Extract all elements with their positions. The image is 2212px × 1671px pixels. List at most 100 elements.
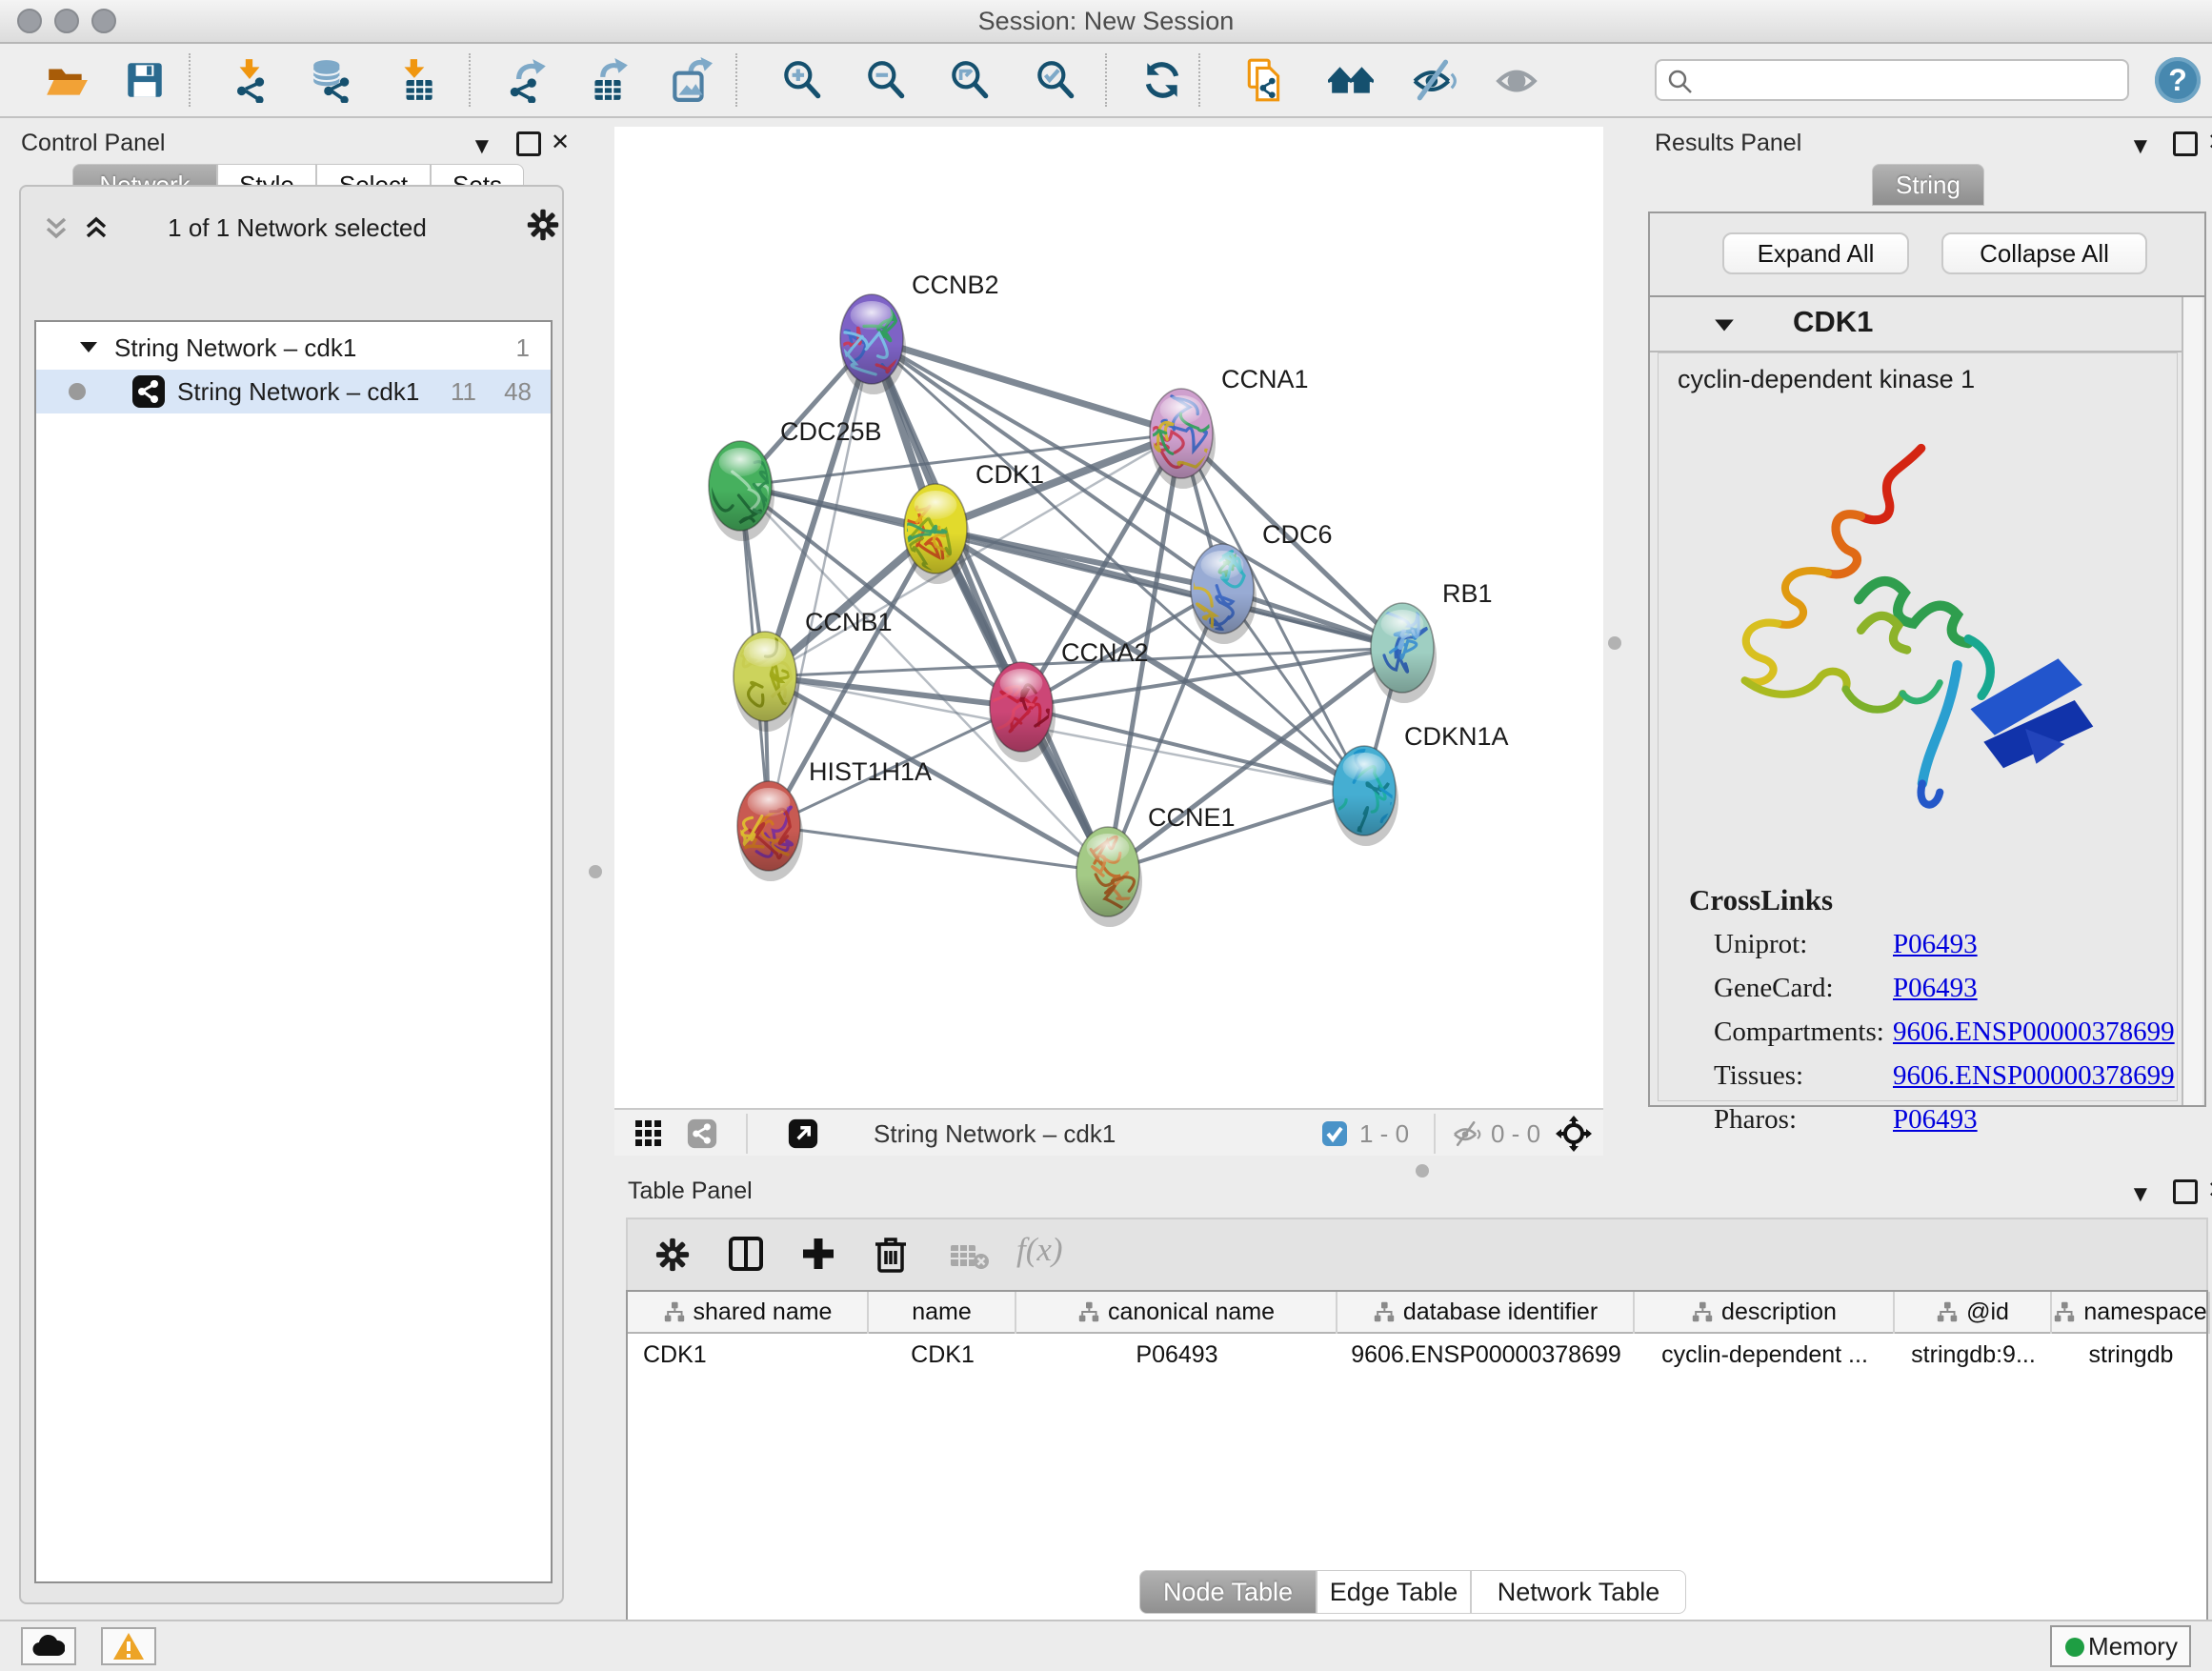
crosslink-link[interactable]: P06493: [1893, 929, 1978, 960]
column-header-canonical-name[interactable]: canonical name: [1016, 1292, 1337, 1334]
right-splitter-handle[interactable]: [1608, 636, 1621, 650]
clone-network-button[interactable]: [1242, 57, 1288, 103]
warning-button[interactable]: [101, 1627, 156, 1665]
network-node-CDKN1A[interactable]: CDKN1A: [1321, 722, 1508, 846]
table-cell[interactable]: 9606.ENSP00000378699: [1337, 1336, 1635, 1374]
table-cell[interactable]: P06493: [1016, 1336, 1337, 1374]
show-columns-icon[interactable]: [727, 1235, 765, 1278]
column-header-description[interactable]: description: [1635, 1292, 1895, 1334]
crosslink-link[interactable]: 9606.ENSP00000378699: [1893, 1017, 2175, 1048]
network-edge[interactable]: [769, 826, 1108, 872]
column-type-icon: [663, 1300, 686, 1323]
maximize-panel-icon[interactable]: [2173, 131, 2198, 156]
hidden-eye-slash-icon[interactable]: [1453, 1119, 1481, 1153]
add-column-icon[interactable]: [799, 1235, 837, 1278]
crosslink-link[interactable]: 9606.ENSP00000378699: [1893, 1060, 2175, 1092]
zoom-selected-button[interactable]: [1033, 57, 1078, 103]
export-image-button[interactable]: [667, 57, 713, 103]
node-label: RB1: [1442, 579, 1493, 608]
show-glass-button[interactable]: [1494, 57, 1539, 103]
expand-all-networks-icon[interactable]: [82, 213, 111, 247]
table-header-row: shared namenamecanonical namedatabase id…: [628, 1292, 2206, 1334]
crosslink-link[interactable]: P06493: [1893, 973, 1978, 1004]
network-node-HIST1H1A[interactable]: HIST1H1A: [727, 757, 932, 881]
cloud-button[interactable]: [21, 1627, 76, 1665]
network-edge[interactable]: [765, 676, 1021, 707]
birdseye-grid-icon[interactable]: [633, 1118, 664, 1154]
network-edge[interactable]: [872, 339, 1181, 433]
tab-node-table[interactable]: Node Table: [1139, 1570, 1317, 1614]
string-home-button[interactable]: [1328, 57, 1374, 103]
collapse-section-icon[interactable]: [1713, 314, 1736, 342]
zoom-in-button[interactable]: [779, 57, 825, 103]
column-header-shared-name[interactable]: shared name: [628, 1292, 869, 1334]
save-icon: [122, 57, 168, 103]
network-edge[interactable]: [872, 339, 1108, 872]
hide-glass-button[interactable]: [1412, 57, 1458, 103]
column-header-namespace[interactable]: namespace: [2052, 1292, 2210, 1334]
network-edge[interactable]: [1108, 791, 1364, 872]
network-node-CCNB2[interactable]: CCNB2: [836, 271, 999, 394]
table-gear-icon[interactable]: [654, 1237, 691, 1278]
zoom-fit-button[interactable]: [947, 57, 993, 103]
crosslink-link[interactable]: P06493: [1893, 1104, 1978, 1136]
close-panel-icon[interactable]: ✕: [2207, 1179, 2212, 1202]
float-panel-icon[interactable]: ▼: [2129, 1183, 2152, 1206]
node-label: HIST1H1A: [809, 757, 932, 786]
tab-network-table[interactable]: Network Table: [1471, 1570, 1686, 1614]
table-cell[interactable]: CDK1: [869, 1336, 1016, 1374]
save-session-button[interactable]: [122, 57, 168, 103]
network-type-icon: [131, 374, 166, 415]
gene-section-header[interactable]: CDK1: [1650, 297, 2183, 352]
close-panel-icon[interactable]: ✕: [2207, 131, 2212, 154]
column-header-database-identifier[interactable]: database identifier: [1337, 1292, 1635, 1334]
network-node-CCNE1[interactable]: CCNE1: [1076, 803, 1236, 927]
network-collection-row[interactable]: String Network – cdk1 1: [36, 326, 551, 370]
import-network-button[interactable]: [227, 57, 272, 103]
network-node-RB1[interactable]: RB1: [1371, 579, 1493, 703]
expand-all-button[interactable]: Expand All: [1722, 232, 1909, 274]
refresh-button[interactable]: [1139, 57, 1185, 103]
selected-checkbox-icon[interactable]: [1321, 1120, 1348, 1152]
collapse-all-networks-icon[interactable]: [42, 213, 70, 247]
float-panel-icon[interactable]: ▼: [471, 135, 493, 158]
help-button[interactable]: ?: [2155, 57, 2201, 103]
tab-edge-table[interactable]: Edge Table: [1317, 1570, 1471, 1614]
export-network-button[interactable]: [505, 57, 551, 103]
open-session-button[interactable]: [44, 57, 90, 103]
results-scrollbar[interactable]: [2182, 297, 2202, 1105]
pan-crosshair-icon[interactable]: [1556, 1116, 1592, 1157]
left-splitter-handle[interactable]: [589, 865, 602, 878]
network-edge[interactable]: [769, 339, 872, 826]
status-bar: Memory: [0, 1620, 2212, 1671]
network-status-dot: [69, 383, 86, 400]
close-panel-icon[interactable]: ✕: [551, 131, 570, 154]
table-cell[interactable]: stringdb:9...: [1895, 1336, 2052, 1374]
column-header--id[interactable]: @id: [1895, 1292, 2052, 1334]
bottom-splitter-handle[interactable]: [1416, 1164, 1429, 1178]
memory-button[interactable]: Memory: [2050, 1625, 2191, 1667]
network-row-selected[interactable]: String Network – cdk1 11 48: [36, 370, 551, 413]
column-header-name[interactable]: name: [869, 1292, 1016, 1334]
export-table-button[interactable]: [585, 57, 631, 103]
search-input[interactable]: [1702, 63, 2116, 97]
tab-string[interactable]: String: [1872, 164, 1984, 206]
collection-expander-icon[interactable]: [78, 335, 99, 365]
table-cell[interactable]: cyclin-dependent ...: [1635, 1336, 1895, 1374]
zoom-out-button[interactable]: [863, 57, 909, 103]
table-cell[interactable]: stringdb: [2052, 1336, 2210, 1374]
import-network-from-database-button[interactable]: [309, 57, 354, 103]
network-view[interactable]: CCNB2CCNA1CDC25BCDK1CDC6RB1CCNB1CCNA2CDK…: [614, 127, 1603, 1156]
network-share-icon[interactable]: [687, 1118, 717, 1154]
maximize-panel-icon[interactable]: [516, 131, 541, 156]
open-in-new-icon[interactable]: [788, 1118, 818, 1154]
delete-column-icon[interactable]: [872, 1235, 910, 1278]
network-node-CDC6[interactable]: CDC6: [1177, 520, 1333, 652]
maximize-panel-icon[interactable]: [2173, 1179, 2198, 1204]
network-graph[interactable]: CCNB2CCNA1CDC25BCDK1CDC6RB1CCNB1CCNA2CDK…: [614, 127, 1603, 1108]
import-table-button[interactable]: [394, 57, 440, 103]
float-panel-icon[interactable]: ▼: [2129, 135, 2152, 158]
collapse-all-button[interactable]: Collapse All: [1941, 232, 2147, 274]
network-options-gear-icon[interactable]: [526, 208, 560, 247]
table-cell[interactable]: CDK1: [628, 1336, 869, 1374]
